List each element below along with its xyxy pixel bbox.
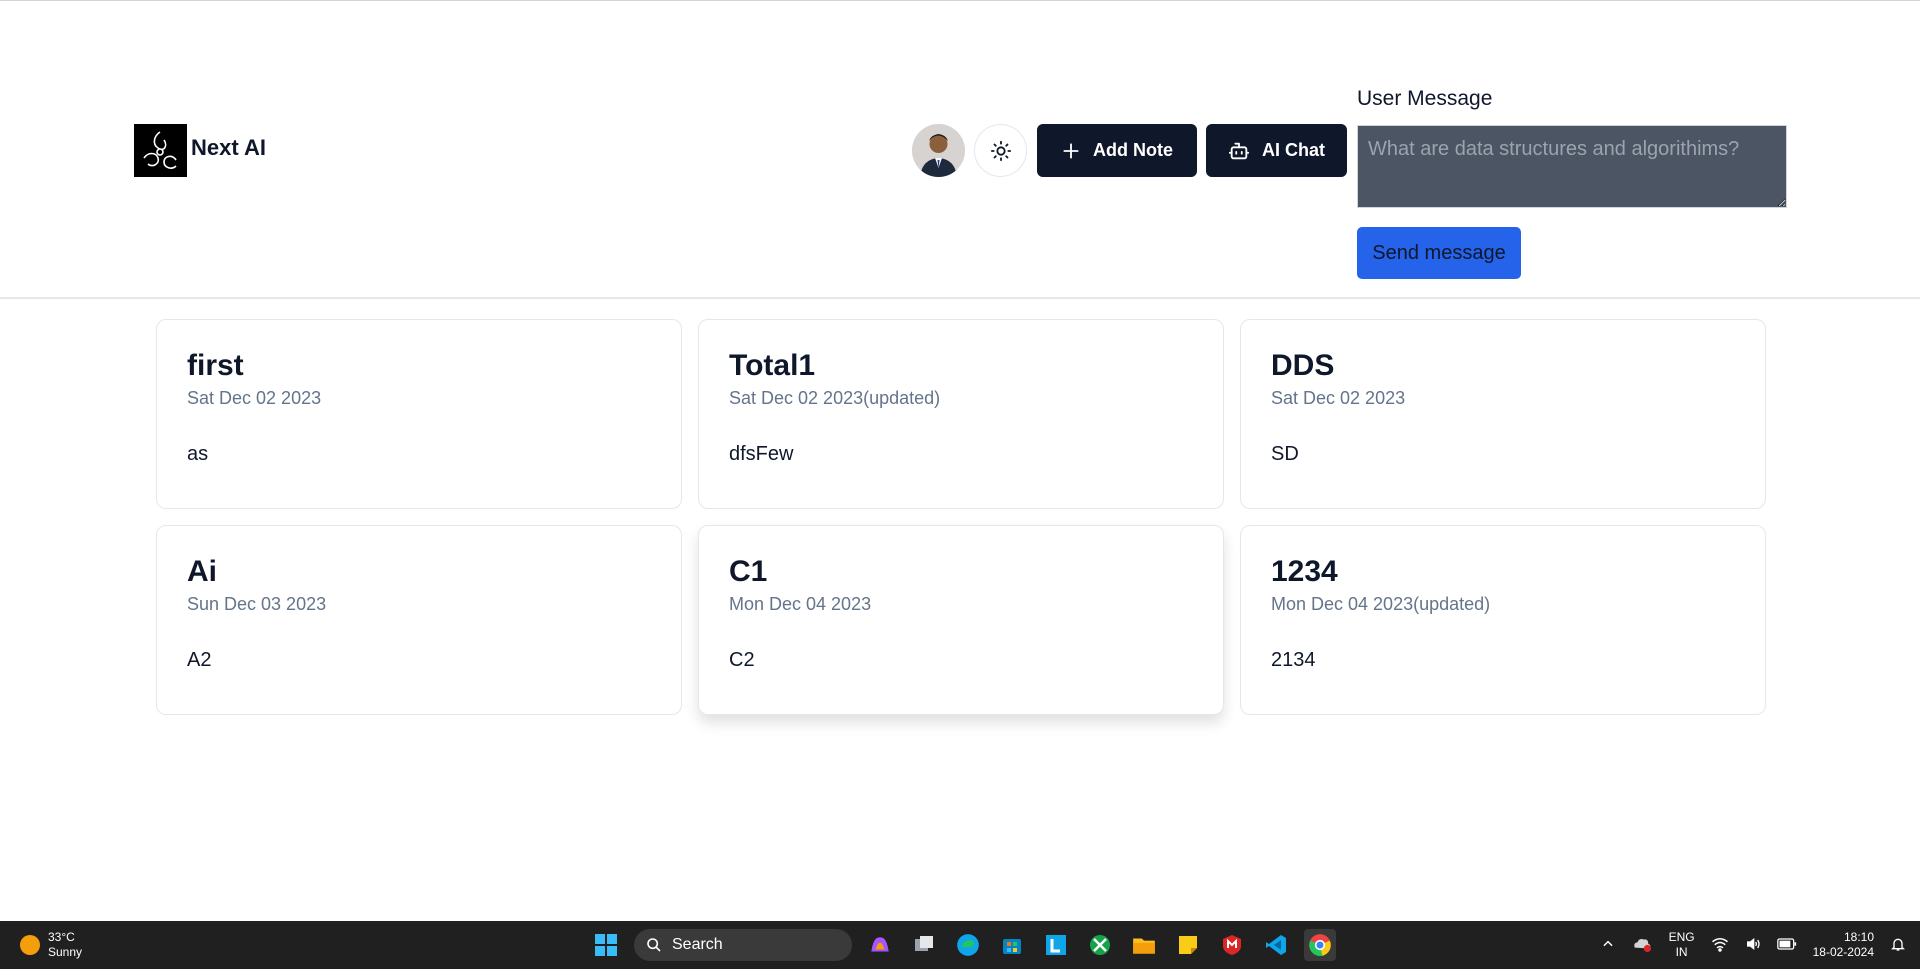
sunny-weather-icon [20, 935, 40, 955]
note-date: Sun Dec 03 2023 [187, 594, 327, 614]
language-code: ENG [1668, 930, 1695, 944]
ai-chat-button[interactable]: AI Chat [1206, 124, 1347, 177]
note-card[interactable]: C1 Mon Dec 04 2023 C2 [698, 525, 1224, 715]
note-content: SD [1271, 443, 1299, 465]
clock-time: 18:10 [1843, 930, 1874, 944]
note-title: 1234 [1271, 555, 1338, 588]
note-title: C1 [729, 555, 768, 588]
note-content: C2 [729, 649, 755, 671]
weather-description: Sunny [48, 945, 83, 959]
note-date: Mon Dec 04 2023(updated) [1271, 594, 1491, 614]
weather-widget[interactable]: 33°C Sunny [20, 930, 82, 960]
add-note-label: Add Note [1093, 140, 1173, 160]
note-date: Sat Dec 02 2023 [187, 388, 322, 408]
wifi-icon[interactable] [1711, 936, 1729, 955]
logo-image[interactable] [134, 124, 187, 177]
note-card[interactable]: DDS Sat Dec 02 2023 SD [1240, 319, 1766, 509]
logo-icon [143, 131, 177, 169]
search-label: Search [672, 936, 723, 953]
note-card[interactable]: first Sat Dec 02 2023 as [156, 319, 682, 509]
app-name[interactable]: Next AI [191, 135, 266, 161]
note-card[interactable]: Total1 Sat Dec 02 2023(updated) dfsFew [698, 319, 1224, 509]
vscode-icon[interactable] [1260, 929, 1292, 961]
clock-date: 18-02-2024 [1812, 945, 1874, 959]
user-message-input[interactable] [1357, 125, 1787, 208]
add-note-button[interactable]: Add Note [1037, 124, 1197, 177]
user-message-label: User Message [1357, 87, 1493, 110]
note-content: dfsFew [729, 443, 794, 465]
theme-toggle-button[interactable] [974, 124, 1027, 177]
note-date: Sat Dec 02 2023 [1271, 388, 1406, 408]
clock[interactable]: 18:10 18-02-2024 [1813, 930, 1874, 960]
note-date: Sat Dec 02 2023(updated) [729, 388, 941, 408]
note-card[interactable]: 1234 Mon Dec 04 2023(updated) 2134 [1240, 525, 1766, 715]
note-card[interactable]: Ai Sun Dec 03 2023 A2 [156, 525, 682, 715]
app-header: Next AI Add Note AI Chat User Message Wh… [0, 1, 1920, 299]
edge-browser-icon[interactable] [952, 929, 984, 961]
xbox-icon[interactable] [1084, 929, 1116, 961]
chevron-up-icon[interactable] [1601, 937, 1615, 954]
sticky-notes-icon[interactable] [1172, 929, 1204, 961]
copilot-icon[interactable] [864, 929, 896, 961]
system-tray: ENG IN 18:10 18-02-2024 [1601, 921, 1920, 969]
search-icon [647, 938, 661, 952]
taskbar: 33°C Sunny Search ENG IN 18:10 18-02-202… [0, 921, 1920, 969]
weather-temperature: 33°C [48, 930, 75, 944]
taskbar-search[interactable]: Search [634, 929, 852, 961]
file-explorer-icon[interactable] [1128, 929, 1160, 961]
note-content: A2 [187, 649, 212, 671]
user-avatar[interactable] [912, 124, 965, 177]
note-date: Mon Dec 04 2023 [729, 594, 872, 614]
microsoft-store-icon[interactable] [996, 929, 1028, 961]
l-app-icon[interactable] [1040, 929, 1072, 961]
send-message-button[interactable]: Send message [1357, 227, 1521, 279]
notification-bell-icon[interactable] [1890, 936, 1906, 955]
plus-icon [1063, 142, 1079, 159]
chrome-icon[interactable] [1304, 929, 1336, 961]
sun-icon [990, 140, 1011, 161]
note-content: as [187, 443, 209, 465]
language-indicator[interactable]: ENG IN [1669, 930, 1695, 960]
windows-start-icon[interactable] [590, 929, 622, 961]
region-code: IN [1675, 945, 1688, 959]
bot-icon [1228, 142, 1250, 159]
note-title: Total1 [729, 349, 816, 382]
note-title: Ai [187, 555, 217, 588]
note-title: first [187, 349, 244, 382]
task-view-icon[interactable] [908, 929, 940, 961]
mcafee-icon[interactable] [1216, 929, 1248, 961]
note-title: DDS [1271, 349, 1335, 382]
volume-icon[interactable] [1745, 936, 1761, 955]
onedrive-error-icon[interactable] [1631, 935, 1653, 956]
battery-icon[interactable] [1776, 937, 1797, 953]
ai-chat-label: AI Chat [1262, 140, 1325, 160]
note-content: 2134 [1271, 649, 1316, 671]
